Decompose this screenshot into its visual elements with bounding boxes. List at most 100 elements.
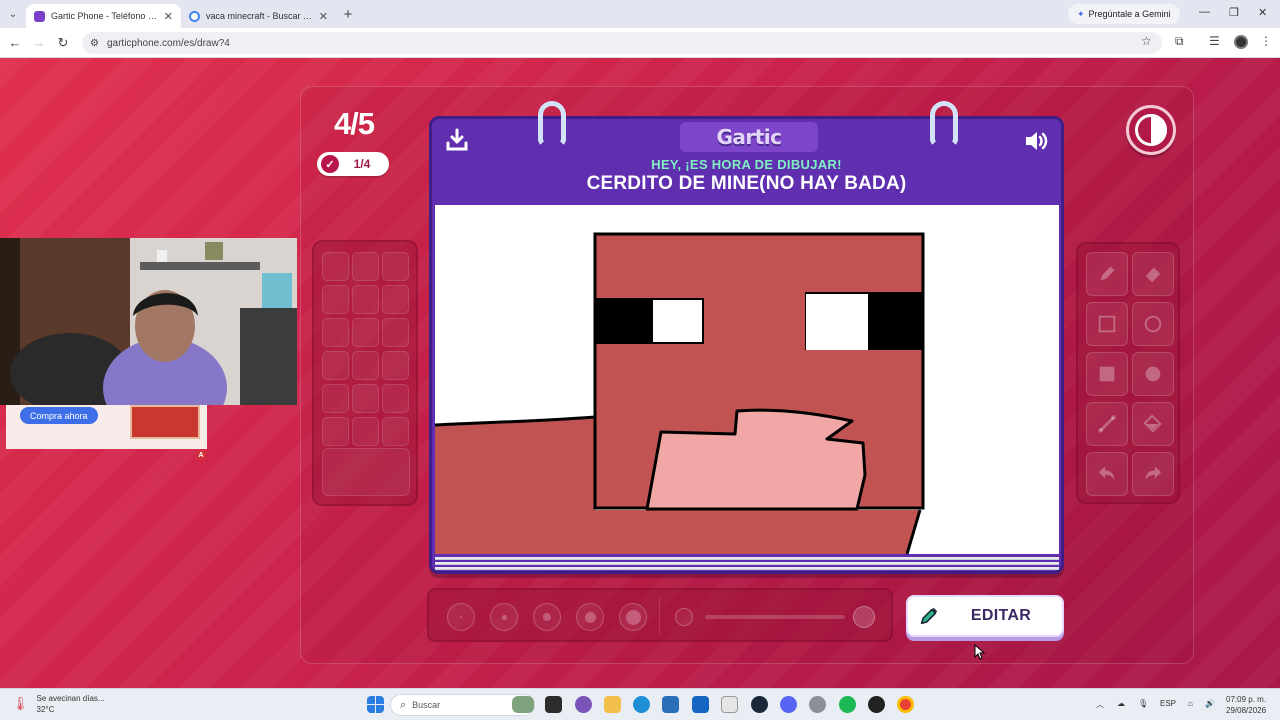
pencil-tool-button[interactable] [1086, 252, 1128, 296]
url-field[interactable]: ⚙ garticphone.com/es/draw?4 [82, 32, 1162, 54]
line-tool-button[interactable] [1086, 402, 1128, 446]
reading-list-icon[interactable]: ☰ [1209, 34, 1220, 48]
color-swatch[interactable] [352, 252, 379, 281]
store-app-icon[interactable] [662, 696, 679, 713]
forward-icon[interactable]: → [27, 35, 51, 50]
color-swatch[interactable] [382, 384, 409, 413]
task-view-icon[interactable] [545, 696, 562, 713]
network-icon[interactable]: ⌂ [1188, 699, 1193, 708]
restore-icon[interactable]: ❐ [1229, 6, 1239, 19]
rectangle-tool-button[interactable] [1086, 302, 1128, 346]
color-swatch[interactable] [382, 417, 409, 446]
window-close-icon[interactable]: ✕ [1258, 6, 1267, 19]
new-tab-button[interactable]: + [336, 6, 360, 23]
eraser-icon [1145, 267, 1161, 283]
windows-start-icon[interactable] [367, 696, 384, 713]
color-swatch[interactable] [382, 285, 409, 314]
download-icon[interactable] [444, 127, 470, 153]
weather-temp: 32°C [36, 705, 55, 714]
color-swatch[interactable] [352, 351, 379, 380]
fill-tool-button[interactable] [1132, 402, 1174, 446]
gemini-sparkle-icon: ✦ [1077, 8, 1085, 19]
taskbar-clock[interactable]: 07:09 p. m. 29/08/2026 [1226, 694, 1266, 716]
tab-google-search[interactable]: vaca minecraft - Buscar con Go ✕ [181, 4, 336, 28]
gemini-label: Pregúntale a Gemini [1088, 9, 1171, 19]
settings-gear-icon[interactable] [809, 696, 826, 713]
search-placeholder: Buscar [412, 700, 441, 710]
color-swatch[interactable] [352, 285, 379, 314]
redo-button[interactable] [1132, 452, 1174, 496]
outlook-app-icon[interactable] [692, 696, 709, 713]
opacity-slider[interactable] [705, 615, 845, 619]
color-swatch[interactable] [322, 285, 349, 314]
tab-gartic[interactable]: Gartic Phone - Teléfono Descon ✕ [26, 4, 181, 28]
weather-widget[interactable]: 🌡 Se avecinan días... 32°C [12, 693, 105, 715]
brush-size-2[interactable] [490, 603, 518, 631]
advertisement-banner[interactable]: Compra ahora [6, 405, 207, 449]
tab-close-icon[interactable]: ✕ [164, 10, 173, 23]
brush-size-5[interactable] [619, 603, 647, 631]
filled-rectangle-tool-button[interactable] [1086, 352, 1128, 396]
minimize-icon[interactable]: — [1199, 6, 1210, 18]
spotify-app-icon[interactable] [839, 696, 856, 713]
drawing-canvas[interactable] [435, 205, 1059, 554]
color-swatch[interactable] [382, 351, 409, 380]
color-swatch[interactable] [322, 417, 349, 446]
bookmark-star-icon[interactable]: ☆ [1141, 34, 1152, 48]
edit-button[interactable]: EDITAR [906, 595, 1064, 637]
steam-app-icon[interactable] [751, 696, 768, 713]
speaker-icon[interactable] [1022, 127, 1050, 155]
edge-browser-icon[interactable] [633, 696, 650, 713]
search-highlight-icon[interactable] [512, 696, 534, 713]
volume-icon[interactable]: 🔊 [1205, 699, 1215, 708]
brush-size-1[interactable] [447, 603, 475, 631]
pencil-icon [1100, 266, 1115, 281]
tab-close-icon[interactable]: ✕ [319, 10, 328, 23]
filled-ellipse-tool-button[interactable] [1132, 352, 1174, 396]
ellipse-tool-button[interactable] [1132, 302, 1174, 346]
microphone-icon[interactable]: 🎙 [1138, 699, 1148, 708]
color-swatch[interactable] [382, 252, 409, 281]
address-bar-row: ← → ↻ ⚙ garticphone.com/es/draw?4 ☆ ⧉ ☰ … [0, 28, 1280, 58]
prompt-title: CERDITO DE MINE(NO HAY BADA) [586, 173, 907, 194]
tray-cloud-icon[interactable]: ☁ [1117, 699, 1125, 708]
opacity-slider-handle[interactable] [853, 606, 875, 628]
color-swatch[interactable] [322, 351, 349, 380]
ad-choices-badge[interactable]: A [196, 450, 206, 460]
browser-menu-icon[interactable]: ⋮ [1260, 34, 1272, 48]
color-swatch[interactable] [352, 384, 379, 413]
ad-buy-button[interactable]: Compra ahora [20, 407, 98, 424]
file-explorer-icon[interactable] [604, 696, 621, 713]
brush-size-3[interactable] [533, 603, 561, 631]
language-indicator[interactable]: ESP [1160, 699, 1176, 708]
current-color-swatch[interactable] [322, 448, 410, 496]
tab-title: vaca minecraft - Buscar con Go [206, 11, 313, 21]
tab-search-chevron-icon[interactable]: ⌄ [0, 0, 26, 28]
prompt-hint: HEY, ¡ES HORA DE DIBUJAR! [651, 157, 842, 172]
snipping-tool-icon[interactable] [721, 696, 738, 713]
copilot-app-icon[interactable] [575, 696, 592, 713]
discord-app-icon[interactable] [780, 696, 797, 713]
rect-outline-icon [1098, 315, 1116, 333]
chrome-app-icon[interactable] [897, 696, 914, 713]
gemini-button[interactable]: ✦ Pregúntale a Gemini [1068, 4, 1180, 24]
color-swatch[interactable] [352, 318, 379, 347]
contrast-toggle-button[interactable] [1126, 105, 1176, 155]
tray-overflow-icon[interactable]: ︿ [1096, 699, 1104, 710]
obs-app-icon[interactable] [868, 696, 885, 713]
color-swatch[interactable] [322, 318, 349, 347]
color-swatch[interactable] [352, 417, 379, 446]
back-icon[interactable]: ← [3, 35, 27, 50]
color-swatch[interactable] [322, 384, 349, 413]
profile-avatar[interactable] [1234, 35, 1248, 49]
eraser-tool-button[interactable] [1132, 252, 1174, 296]
brush-size-4[interactable] [576, 603, 604, 631]
undo-button[interactable] [1086, 452, 1128, 496]
thermometer-icon: 🌡 [12, 696, 29, 711]
url-text: garticphone.com/es/draw?4 [106, 37, 230, 49]
extensions-icon[interactable]: ⧉ [1175, 34, 1184, 49]
color-swatch[interactable] [322, 252, 349, 281]
color-swatch[interactable] [382, 318, 409, 347]
reload-icon[interactable]: ↻ [51, 35, 75, 51]
site-info-icon[interactable]: ⚙ [90, 38, 99, 49]
